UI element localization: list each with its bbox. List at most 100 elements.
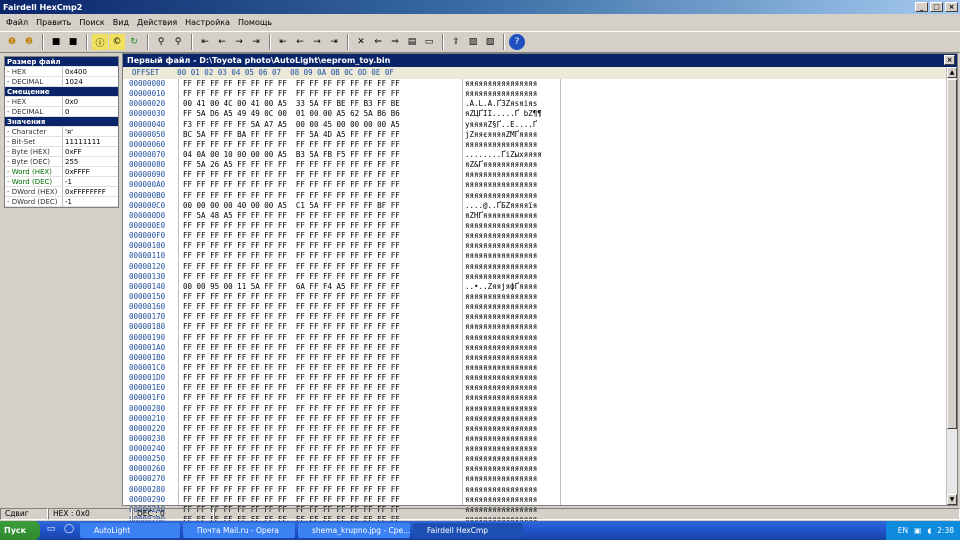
ascii-row[interactable]: яяяяяяяяяяяяяяяя [465, 140, 560, 150]
ascii-row[interactable]: яяяяяяяяяяяяяяяя [465, 302, 560, 312]
hex-bytes-column[interactable]: FF FF FF FF FF FF FF FF FF FF FF FF FF F… [183, 79, 463, 540]
hex-bytes-row[interactable]: FF FF FF FF FF FF FF FF FF FF FF FF FF F… [183, 221, 462, 231]
document-close-button[interactable]: × [944, 55, 955, 65]
binoculars-next-icon[interactable]: ⚲ [170, 34, 186, 50]
hex-bytes-row[interactable]: FF FF FF FF FF FF FF FF FF FF FF FF FF F… [183, 424, 462, 434]
folder-2-icon[interactable]: ❷ [21, 34, 37, 50]
minimize-button[interactable]: _ [915, 2, 928, 12]
taskbar-task[interactable]: Fairdell HexCmp [413, 523, 523, 538]
image-icon[interactable]: ▨ [465, 34, 481, 50]
hex-bytes-row[interactable]: FF 5A D6 A5 49 49 0C 00 01 00 00 A5 62 5… [183, 109, 462, 119]
nav-first-icon[interactable]: ⇤ [197, 34, 213, 50]
refresh-icon[interactable]: ↻ [126, 34, 142, 50]
maximize-button[interactable]: □ [930, 2, 943, 12]
hex-bytes-row[interactable]: FF FF FF FF FF FF FF FF FF FF FF FF FF F… [183, 363, 462, 373]
ascii-row[interactable]: яяяяяяяяяяяяяяяя [465, 343, 560, 353]
ascii-row[interactable]: яяяяяяяяяяяяяяяя [465, 404, 560, 414]
hex-bytes-row[interactable]: FF FF FF FF FF FF FF FF FF FF FF FF FF F… [183, 383, 462, 393]
binoculars-icon[interactable]: ⚲ [153, 34, 169, 50]
ascii-row[interactable]: .A.L.A.Ґ3Zяѕяіяѕ [465, 99, 560, 109]
diff-first-icon[interactable]: ⇤ [275, 34, 291, 50]
nav-prev-icon[interactable]: ← [214, 34, 230, 50]
hex-bytes-row[interactable]: FF FF FF FF FF FF FF FF FF FF FF FF FF F… [183, 414, 462, 424]
ascii-row[interactable]: яяяяяяяяяяяяяяяя [465, 474, 560, 484]
page-icon[interactable]: ▤ [404, 34, 420, 50]
ascii-row[interactable]: яZ&Ґяяяяяяяяяяяя [465, 160, 560, 170]
hex-bytes-row[interactable]: FF FF FF FF FF FF FF FF FF FF FF FF FF F… [183, 140, 462, 150]
hex-bytes-row[interactable]: FF FF FF FF FF FF FF FF FF FF FF FF FF F… [183, 434, 462, 444]
hex-bytes-row[interactable]: FF FF FF FF FF FF FF FF FF FF FF FF FF F… [183, 353, 462, 363]
ascii-row[interactable]: ..•..ZяяjяфҐяяяя [465, 282, 560, 292]
hex-bytes-row[interactable]: FF FF FF FF FF FF FF FF FF FF FF FF FF F… [183, 495, 462, 505]
ascii-row[interactable]: яZHҐяяяяяяяяяяяя [465, 211, 560, 221]
ascii-row[interactable]: яяяяяяяяяяяяяяяя [465, 454, 560, 464]
network-icon[interactable]: ▣ [914, 526, 921, 535]
language-indicator[interactable]: EN [898, 526, 908, 535]
ascii-row[interactable]: яяяяяяяяяяяяяяяя [465, 333, 560, 343]
volume-icon[interactable]: ◖ [927, 526, 931, 535]
hex-bytes-row[interactable]: FF 5A 48 A5 FF FF FF FF FF FF FF FF FF F… [183, 211, 462, 221]
folder-1-icon[interactable]: ❶ [4, 34, 20, 50]
menu-item-2[interactable]: Поиск [79, 18, 104, 27]
ascii-row[interactable]: яяяяяяяяяяяяяяяя [465, 373, 560, 383]
hex-bytes-row[interactable]: FF FF FF FF FF FF FF FF FF FF FF FF FF F… [183, 404, 462, 414]
ascii-row[interactable]: яяяяяяяяяяяяяяяя [465, 170, 560, 180]
ascii-row[interactable]: яяяяяяяяяяяяяяяя [465, 393, 560, 403]
ascii-row[interactable]: јZяяєяяяяZMҐяяяя [465, 130, 560, 140]
hex-bytes-row[interactable]: FF FF FF FF FF FF FF FF FF FF FF FF FF F… [183, 251, 462, 261]
menu-item-0[interactable]: Файл [6, 18, 28, 27]
menu-item-5[interactable]: Настройка [185, 18, 230, 27]
ascii-row[interactable]: яяяяяяяяяяяяяяяя [465, 221, 560, 231]
nav-last-icon[interactable]: ⇥ [248, 34, 264, 50]
ascii-row[interactable]: яяяяяяяяяяяяяяяя [465, 262, 560, 272]
ascii-column[interactable]: яяяяяяяяяяяяяяяя яяяяяяяяяяяяяяяя .A.L.A.Ґ… [465, 79, 561, 540]
ascii-row[interactable]: яяяяяяяяяяяяяяяя [465, 241, 560, 251]
ascii-row[interactable]: яяяяяяяяяяяяяяяя [465, 272, 560, 282]
hex-bytes-row[interactable]: FF FF FF FF FF FF FF FF FF FF FF FF FF F… [183, 191, 462, 201]
doc-icon[interactable]: ▭ [421, 34, 437, 50]
menu-item-1[interactable]: Править [36, 18, 71, 27]
desktop-icon[interactable]: ▭ [44, 524, 58, 538]
ascii-row[interactable]: ....@..ҐБZяяяяїя [465, 201, 560, 211]
hex-bytes-row[interactable]: FF FF FF FF FF FF FF FF FF FF FF FF FF F… [183, 373, 462, 383]
hex-bytes-row[interactable]: 00 00 00 00 40 00 00 A5 C1 5A FF FF FF F… [183, 201, 462, 211]
ascii-row[interactable]: яяяяяяяяяяяяяяяя [465, 363, 560, 373]
taskbar-task[interactable]: AutoLight [80, 523, 180, 538]
close-button[interactable]: × [945, 2, 958, 12]
vertical-scrollbar[interactable]: ▲ ▼ [946, 67, 957, 505]
nav-next-icon[interactable]: → [231, 34, 247, 50]
ascii-row[interactable]: яяяяяяяяяяяяяяяя [465, 414, 560, 424]
copy-left-icon[interactable]: ⇐ [370, 34, 386, 50]
diff-prev-icon[interactable]: ← [292, 34, 308, 50]
ascii-row[interactable]: яяяяяяяяяяяяяяяя [465, 434, 560, 444]
hex-bytes-row[interactable]: FF FF FF FF FF FF FF FF FF FF FF FF FF F… [183, 393, 462, 403]
hex-bytes-row[interactable]: FF FF FF FF FF FF FF FF FF FF FF FF FF F… [183, 231, 462, 241]
ascii-row[interactable]: яяяяяяяяяяяяяяяя [465, 312, 560, 322]
ascii-row[interactable]: яяяяяяяяяяяяяяяя [465, 495, 560, 505]
opera-icon[interactable]: ◯ [62, 524, 76, 538]
sync-icon[interactable]: ✕ [353, 34, 369, 50]
hex-bytes-row[interactable]: FF FF FF FF FF FF FF FF FF FF FF FF FF F… [183, 170, 462, 180]
hex-bytes-row[interactable]: FF FF FF FF FF FF FF FF FF FF FF FF FF F… [183, 444, 462, 454]
hex-bytes-row[interactable]: FF FF FF FF FF FF FF FF FF FF FF FF FF F… [183, 241, 462, 251]
ascii-row[interactable]: яяяяяяяяяяяяяяяя [465, 383, 560, 393]
menu-item-3[interactable]: Вид [113, 18, 129, 27]
hex-bytes-row[interactable]: FF FF FF FF FF FF FF FF FF FF FF FF FF F… [183, 262, 462, 272]
ascii-row[interactable]: яяяяяяяяяяяяяяяя [465, 292, 560, 302]
help-icon[interactable]: ? [509, 34, 525, 50]
hex-bytes-row[interactable]: BC 5A FF FF BA FF FF FF FF 5A 4D A5 FF F… [183, 130, 462, 140]
hex-bytes-row[interactable]: FF FF FF FF FF FF FF FF FF FF FF FF FF F… [183, 485, 462, 495]
hex-bytes-row[interactable]: F3 FF FF FF FF 5A A7 A5 00 00 45 00 00 0… [183, 120, 462, 130]
ascii-row[interactable]: яяяяяяяяяяяяяяяя [465, 424, 560, 434]
ascii-row[interactable]: яяяяяяяяяяяяяяяя [465, 322, 560, 332]
compare-icon[interactable]: © [109, 34, 125, 50]
hex-view[interactable]: OFFSET 00 01 02 03 04 05 06 07 08 09 0A … [123, 67, 947, 540]
hex-bytes-row[interactable]: 00 00 95 00 11 5A FF FF 6A FF F4 A5 FF F… [183, 282, 462, 292]
hex-bytes-row[interactable]: FF FF FF FF FF FF FF FF FF FF FF FF FF F… [183, 312, 462, 322]
hex-bytes-row[interactable]: FF FF FF FF FF FF FF FF FF FF FF FF FF F… [183, 322, 462, 332]
ascii-row[interactable]: ........ҐіZыхяяяя [465, 150, 560, 160]
taskbar-task[interactable]: shema_krupno.jpg - Сре... [298, 523, 410, 538]
scroll-up-arrow-icon[interactable]: ▲ [947, 67, 957, 78]
ascii-row[interactable]: уяяяяZ§Ґ..E....Ґ [465, 120, 560, 130]
hex-bytes-row[interactable]: FF FF FF FF FF FF FF FF FF FF FF FF FF F… [183, 474, 462, 484]
